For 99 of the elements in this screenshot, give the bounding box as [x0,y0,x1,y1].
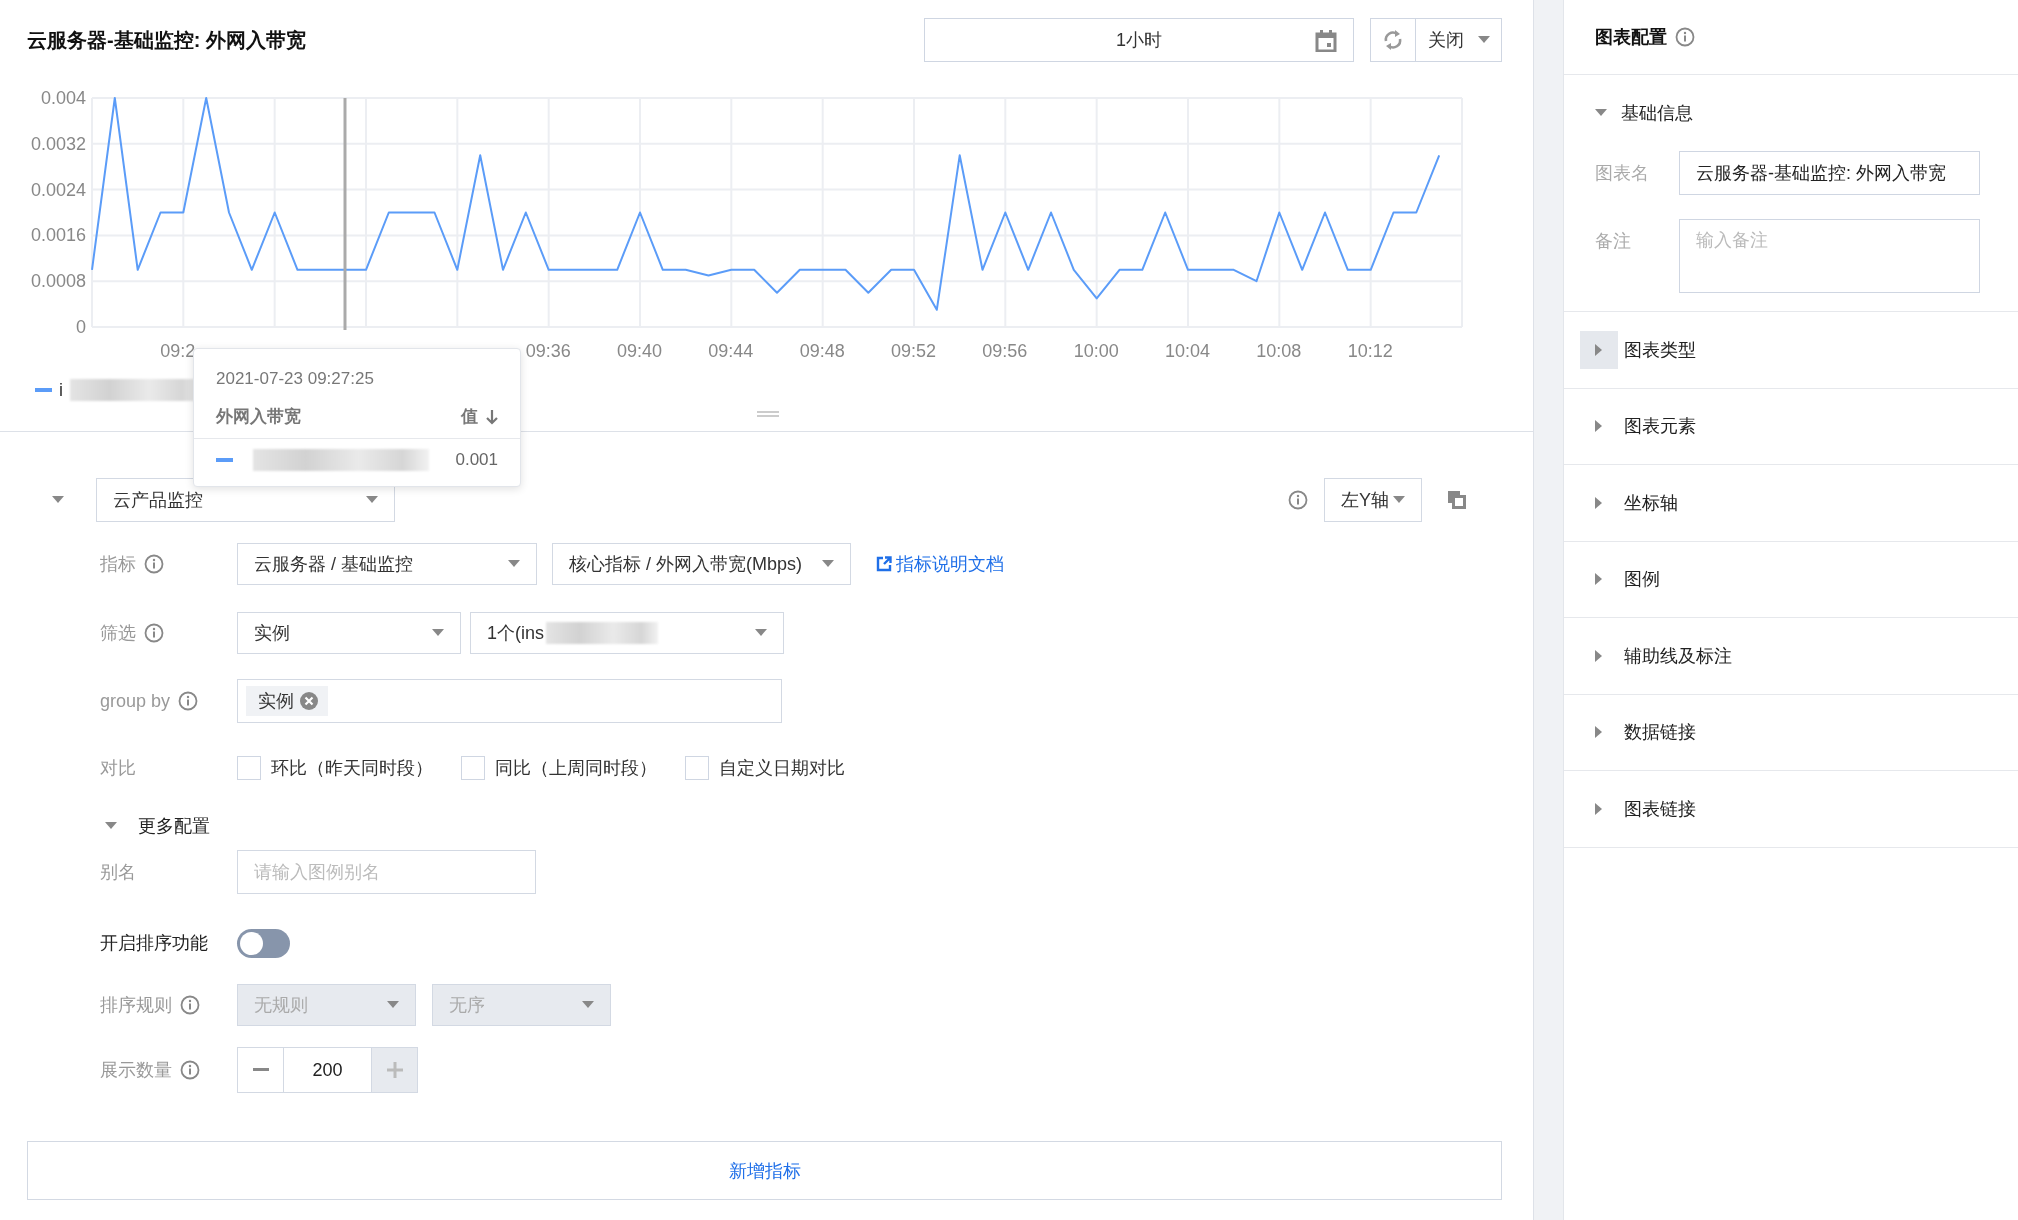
group-by-field[interactable]: 实例 [237,679,782,723]
resize-handle[interactable] [757,411,779,417]
x-axis-label: 09:36 [525,341,571,361]
x-axis-label: 10:04 [1165,341,1211,361]
settings-section[interactable]: 图例 [1564,541,2018,618]
checkbox-label[interactable]: 自定义日期对比 [719,756,845,780]
expand-toggle[interactable] [1580,330,1618,369]
x-axis-label: 10:08 [1256,341,1302,361]
settings-section[interactable]: 图表元素 [1564,388,2018,465]
field-label: group by [100,690,171,712]
caret-icon [1595,420,1603,433]
refresh-icon [1383,29,1403,51]
info-icon[interactable] [180,1060,200,1080]
caret-icon [1595,496,1603,509]
y-axis-label: 0.0008 [30,271,86,292]
x-axis-label: 09:44 [708,341,754,361]
legend-label[interactable]: i [59,379,63,401]
dropdown[interactable]: 1个(ins [470,612,784,654]
panel-title: 图表配置 [1595,26,1667,49]
x-axis-label: 10:00 [1073,341,1119,361]
y-axis-label: 0.004 [40,88,86,108]
dropdown[interactable]: 左Y轴 [1324,478,1422,522]
value-header[interactable]: 值 [461,405,478,428]
chart-title: 云服务器-基础监控: 外网入带宽 [27,27,306,53]
checkbox-label[interactable]: 同比（上周同时段） [495,756,657,780]
caret-icon [1595,802,1603,815]
caret-icon [1595,109,1607,117]
info-icon[interactable] [144,554,164,574]
external-link-icon [876,556,892,572]
note-field[interactable]: 输入备注 [1679,219,1980,293]
caret-icon [366,496,378,504]
info-icon[interactable] [180,995,200,1015]
checkbox-label[interactable]: 环比（昨天同时段） [271,756,433,780]
checkbox[interactable] [461,756,485,780]
dropdown[interactable]: 云服务器 / 基础监控 [237,543,537,585]
dropdown[interactable]: 核心指标 / 外网入带宽(Mbps) [552,543,851,585]
settings-section[interactable]: 基础信息 [1564,75,2018,151]
info-icon[interactable] [1675,27,1695,47]
caret-icon [387,1001,399,1009]
doc-link[interactable]: 指标说明文档 [876,552,1004,576]
dimension-tag[interactable]: 实例 [246,686,328,716]
info-icon[interactable] [144,623,164,643]
y-axis-label: 0.0016 [30,225,86,246]
caret-icon [755,629,767,637]
settings-section[interactable]: 坐标轴 [1564,465,2018,542]
x-axis-label: 09:40 [617,341,663,361]
x-axis-label: 10:12 [1347,341,1393,361]
x-axis-label: 09:56 [982,341,1028,361]
caret-icon [1477,36,1490,44]
field-label: 排序规则 [100,994,172,1017]
field-label: 图表名 [1595,162,1650,185]
field-label: 筛选 [100,622,136,645]
x-axis-label: 09:52 [891,341,937,361]
settings-section[interactable]: 辅助线及标注 [1564,618,2018,695]
tooltip-metric: 外网入带宽 [216,406,301,428]
checkbox[interactable] [685,756,709,780]
remove-icon[interactable] [300,692,318,710]
caret-icon [1393,496,1405,504]
time-range-picker[interactable]: 1小时 [924,18,1354,62]
plus-icon [386,1062,403,1078]
tooltip-time: 2021-07-23 09:27:25 [216,369,375,389]
field-label: 对比 [100,757,136,780]
x-axis-label: 09:2 [160,341,196,361]
settings-section[interactable]: 数据链接 [1564,694,2018,771]
y-axis-label: 0.0024 [30,179,86,200]
calendar-icon [1315,30,1337,52]
minus-icon [252,1068,269,1072]
caret-icon [582,1001,594,1009]
caret-icon [432,629,444,637]
alias-field[interactable]: 请输入图例别名 [237,850,536,894]
field-label: 开启排序功能 [100,933,208,953]
y-axis-label: 0.0032 [30,133,86,154]
caret-icon [1595,343,1603,356]
caret-icon [1595,649,1603,662]
caret-icon [822,560,834,568]
dropdown[interactable]: 实例 [237,612,461,654]
field-label: 别名 [100,861,136,884]
x-axis-label: 09:48 [799,341,845,361]
info-icon[interactable] [178,691,199,711]
caret-icon [105,822,117,830]
caret-icon [508,560,520,568]
info-icon[interactable] [1288,490,1308,510]
y-axis-label: 0 [76,317,86,337]
sort-down-icon[interactable] [486,408,498,425]
field-label: 备注 [1595,230,1632,253]
caret-icon [1595,726,1603,739]
field-label: 指标 [100,553,136,576]
add-metric-button[interactable]: 新增指标 [27,1141,1502,1200]
more-config-toggle[interactable]: 更多配置 [105,814,210,838]
settings-section[interactable]: 图表链接 [1564,771,2018,848]
copy-icon[interactable] [1448,491,1466,509]
caret-icon [1595,573,1603,586]
caret-icon [52,496,64,504]
chart-name-field[interactable]: 云服务器-基础监控: 外网入带宽 [1679,151,1980,195]
settings-section[interactable]: 图表类型 [1564,312,2018,389]
field-label: 展示数量 [100,1059,172,1082]
checkbox[interactable] [237,756,261,780]
tooltip-value: 0.001 [455,450,498,470]
toggle-switch[interactable] [237,928,290,958]
